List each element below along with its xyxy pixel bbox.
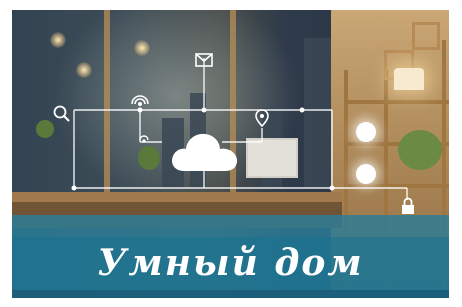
wifi-small-icon [139, 135, 149, 143]
search-icon [53, 105, 70, 122]
wifi-icon [131, 95, 149, 106]
mail-icon [195, 53, 213, 67]
lock-icon [402, 197, 414, 214]
banner-caption: Умный дом [97, 242, 364, 284]
caption-bottom-edge [12, 290, 449, 298]
location-pin-icon [255, 109, 269, 128]
cloud-icon [172, 133, 238, 171]
smart-home-banner: Умный дом [12, 10, 449, 298]
caption-strip [12, 215, 449, 237]
